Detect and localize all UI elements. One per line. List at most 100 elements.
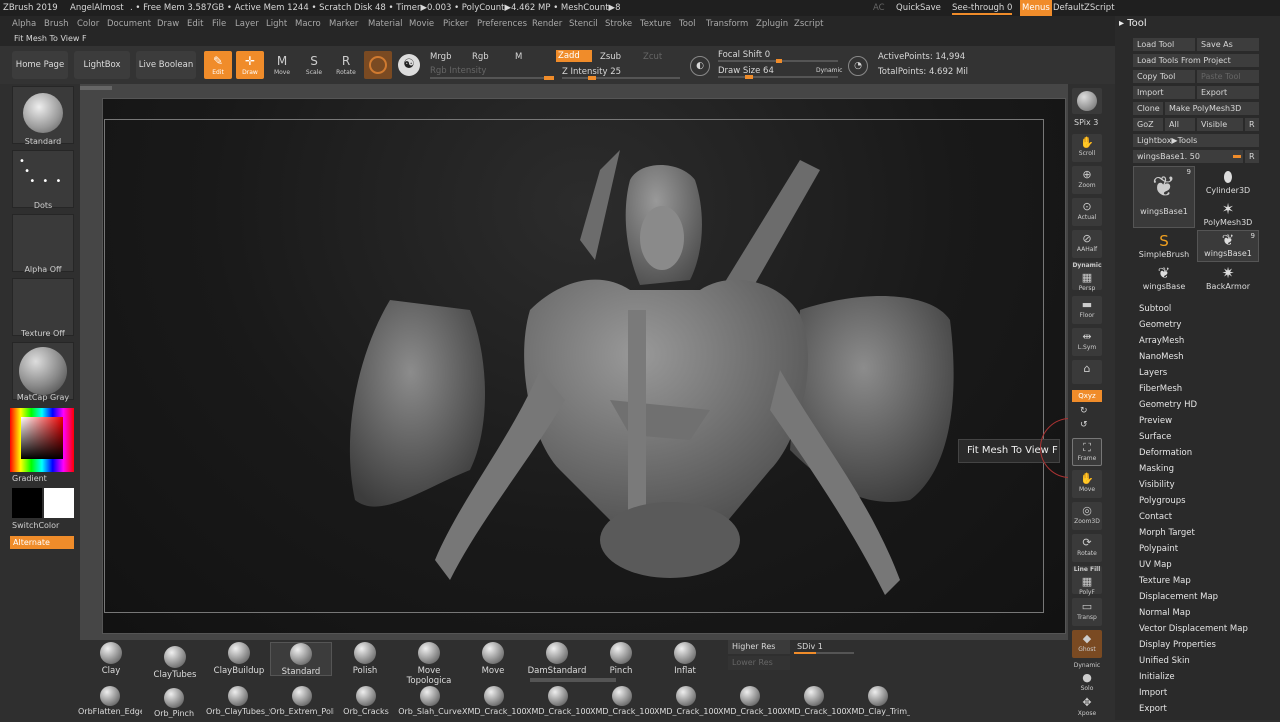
tool-menu-uv-map[interactable]: UV Map [1139,560,1172,570]
tool-thumb-cylinder[interactable]: ⬮ Cylinder3D [1197,168,1259,198]
menu-picker[interactable]: Picker [443,19,468,29]
goz-all-button[interactable]: All [1165,118,1195,131]
tool-menu-deformation[interactable]: Deformation [1139,448,1192,458]
actual-button[interactable]: ⊙ Actual [1072,198,1102,226]
brush-xmd-clay-trim[interactable]: XMD_Clay_Trim_ [846,686,910,716]
brush-move[interactable]: Move [462,642,524,676]
rotate-view-button[interactable]: ⟳ Rotate [1072,534,1102,562]
goz-r-button[interactable]: R [1245,118,1259,131]
gradient-label[interactable]: Gradient [12,474,74,483]
aahalf-button[interactable]: ⊘ AAHalf [1072,230,1102,258]
brush-pinch[interactable]: Pinch [590,642,652,676]
lsym-button[interactable]: ⇹ L.Sym [1072,328,1102,356]
home-page-button[interactable]: Home Page [12,51,68,79]
brush-orb-cracks[interactable]: Orb_Cracks [334,686,398,716]
tool-menu-geometry-hd[interactable]: Geometry HD [1139,400,1197,410]
live-boolean-button[interactable]: Live Boolean [136,51,196,79]
focal-shift-slider[interactable]: Focal Shift 0 [718,50,770,60]
import-button[interactable]: Import [1133,86,1195,99]
tool-menu-preview[interactable]: Preview [1139,416,1172,426]
tool-menu-subtool[interactable]: Subtool [1139,304,1171,314]
brush-xmd-crack-4[interactable]: XMD_Crack_100 [654,686,718,716]
draw-size-track[interactable] [718,75,838,79]
rgb-button[interactable]: Rgb [472,52,489,62]
menu-brush[interactable]: Brush [44,19,69,29]
lower-res-button[interactable]: Lower Res [728,656,790,670]
texture-button[interactable] [12,278,74,336]
menu-material[interactable]: Material [368,19,403,29]
focal-shift-icon[interactable]: ◐ [690,56,710,76]
ghost-button[interactable]: ◆ Ghost [1072,630,1102,658]
tool-menu-texture-map[interactable]: Texture Map [1139,576,1191,586]
clone-button[interactable]: Clone [1133,102,1163,115]
lightbox-tools-button[interactable]: Lightbox▶Tools [1133,134,1259,147]
make-polymesh-button[interactable]: Make PolyMesh3D [1165,102,1259,115]
floor-button[interactable]: ▬ Floor [1072,296,1102,324]
menu-file[interactable]: File [212,19,226,29]
main-color-swatch[interactable] [44,488,74,518]
scroll-button[interactable]: ✋ Scroll [1072,134,1102,162]
bpr-button[interactable] [1072,88,1102,114]
rotate-z-icon[interactable]: ↺ [1080,420,1088,430]
current-tool-slider[interactable]: wingsBase1. 50 [1133,150,1243,163]
brush-standard-button[interactable] [12,86,74,144]
solo-button[interactable]: Dynamic ● Solo [1072,662,1102,692]
switchcolor-button[interactable]: SwitchColor [12,521,74,530]
material-button[interactable] [12,342,74,400]
menu-marker[interactable]: Marker [329,19,358,29]
tool-menu-layers[interactable]: Layers [1139,368,1167,378]
menu-edit[interactable]: Edit [187,19,203,29]
tool-menu-nanomesh[interactable]: NanoMesh [1139,352,1184,362]
move-button[interactable]: M Move [268,51,296,79]
tool-thumb-polymesh[interactable]: ✶ PolyMesh3D [1197,200,1259,230]
menu-macro[interactable]: Macro [295,19,321,29]
scale-button[interactable]: S Scale [300,51,328,79]
brush-orb-slah-curve[interactable]: Orb_Slah_Curve [398,686,462,716]
transp-button[interactable]: ▭ Transp [1072,598,1102,626]
tool-thumb-wingsbase1[interactable]: 9 ❦ wingsBase1 [1133,166,1195,228]
menu-draw[interactable]: Draw [157,19,179,29]
menu-movie[interactable]: Movie [409,19,434,29]
frame-button[interactable]: ⛶ Frame [1072,438,1102,466]
menu-zplugin[interactable]: Zplugin [756,19,788,29]
edit-button[interactable]: ✎ Edit [204,51,232,79]
tool-menu-normal-map[interactable]: Normal Map [1139,608,1190,618]
tool-menu-contact[interactable]: Contact [1139,512,1172,522]
zoom3d-button[interactable]: ◎ Zoom3D [1072,502,1102,530]
seethrough-slider[interactable]: See-through 0 [952,3,1013,15]
material-swatch-button[interactable] [364,51,392,79]
rotate-y-icon[interactable]: ↻ [1080,406,1088,416]
brush-orb-extrem-poli[interactable]: Orb_Extrem_Poli [270,686,334,716]
brush-xmd-crack-2[interactable]: XMD_Crack_100 [526,686,590,716]
tool-menu-masking[interactable]: Masking [1139,464,1174,474]
brush-xmd-crack-1[interactable]: XMD_Crack_100 [462,686,526,716]
tool-thumb-wingsbase[interactable]: ❦ wingsBase [1133,264,1195,294]
brush-xmd-crack-6[interactable]: XMD_Crack_100 [782,686,846,716]
menu-layer[interactable]: Layer [235,19,259,29]
save-as-button[interactable]: Save As [1197,38,1259,51]
brush-claytubes[interactable]: ClayTubes [144,646,206,680]
tool-thumb-wingsbase1-b[interactable]: 9 ❦ wingsBase1 [1197,230,1259,262]
tool-menu-initialize[interactable]: Initialize [1139,672,1175,682]
brush-clay[interactable]: Clay [80,642,142,676]
brush-orb-pinch[interactable]: Orb_Pinch [142,688,206,718]
menu-document[interactable]: Document [107,19,151,29]
menu-render[interactable]: Render [532,19,562,29]
menu-light[interactable]: Light [266,19,287,29]
left-wing-cape[interactable] [349,300,485,507]
brush-xmd-crack-5[interactable]: XMD_Crack_100 [718,686,782,716]
tool-menu-unified-skin[interactable]: Unified Skin [1139,656,1190,666]
tool-thumb-simplebrush[interactable]: S SimpleBrush [1133,232,1195,262]
load-tool-button[interactable]: Load Tool [1133,38,1195,51]
sdiv-slider[interactable]: SDiv 1 [794,640,854,654]
color-material-toggle[interactable]: ☯ [398,54,420,76]
canvas-scrollbar[interactable] [80,86,112,90]
lock-button[interactable]: ⌂ [1072,360,1102,384]
color-square[interactable] [21,417,63,459]
draw-button[interactable]: ✛ Draw [236,51,264,79]
menus-button[interactable]: Menus [1020,0,1052,16]
tool-thumb-backarmor[interactable]: ✷ BackArmor [1197,264,1259,294]
script-button[interactable]: DefaultZScript [1053,3,1115,13]
menu-transform[interactable]: Transform [706,19,748,29]
rgb-intensity-slider[interactable]: Rgb Intensity [430,66,486,76]
